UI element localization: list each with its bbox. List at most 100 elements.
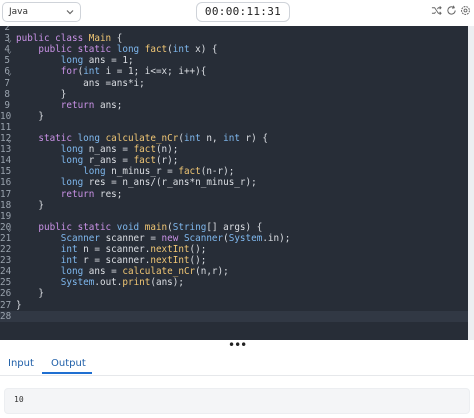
code-token: .in);	[262, 232, 291, 244]
code-line[interactable]: 10 }	[0, 111, 468, 122]
editor-scrollbar[interactable]	[468, 26, 474, 340]
code-token: nextInt	[150, 255, 190, 267]
code-line[interactable]: 28	[0, 310, 468, 322]
code-token: (r);	[155, 155, 179, 167]
code-line[interactable]: 9 return ans;	[0, 100, 468, 111]
code-token: i = 1; i<=x; i++){	[105, 66, 207, 78]
code-text: ans =ans*i;	[16, 78, 145, 89]
code-line[interactable]: 25 System.out.print(ans);	[0, 277, 468, 288]
code-token: for	[60, 66, 78, 78]
code-text: return res;	[16, 188, 123, 200]
code-line[interactable]: 23 int r = scanner.nextInt();	[0, 255, 468, 266]
line-number: 18	[0, 199, 12, 211]
code-line[interactable]: 15 long n_minus_r = fact(n-r);	[0, 166, 468, 177]
settings-icon[interactable]	[460, 5, 471, 16]
code-token: }	[16, 88, 67, 100]
code-line[interactable]: 12 ⌄ static long calculate_nCr(int n, int…	[0, 133, 468, 144]
code-token: r) {	[245, 133, 268, 144]
code-line[interactable]: 7 ans =ans*i;	[0, 78, 468, 89]
code-token: fact	[144, 44, 168, 56]
refresh-icon[interactable]	[446, 5, 457, 16]
panel-resize-handle[interactable]: •••	[0, 338, 474, 352]
tab-input[interactable]: Input	[8, 358, 34, 369]
line-number: 23	[0, 255, 12, 267]
code-editor[interactable]: 2 3 ⌄ public class Main {4 ⌄ public static l…	[0, 26, 468, 340]
code-line[interactable]: 4 ⌄ public static long fact(int x) {	[0, 44, 468, 55]
code-line[interactable]: 3 ⌄ public class Main {	[0, 33, 468, 44]
code-line[interactable]: 20 ⌄ public static void main(String[] arg…	[0, 222, 468, 233]
code-line[interactable]: 19	[0, 211, 468, 222]
code-token: print	[122, 277, 151, 289]
code-token: scanner =	[105, 232, 162, 244]
code-token: Scanner	[183, 232, 224, 244]
code-token: ();	[189, 255, 207, 267]
code-token: int	[183, 133, 207, 144]
code-token: r = scanner.	[83, 255, 151, 267]
code-token: public static	[16, 221, 117, 233]
chevron-down-icon	[66, 10, 74, 15]
line-number: 7	[4, 77, 10, 89]
code-token: public static	[16, 44, 117, 56]
tab-output[interactable]: Output	[51, 358, 86, 369]
code-token: ans;	[99, 99, 123, 111]
drag-handle-icon: •••	[228, 338, 247, 352]
code-token: Scanner	[60, 232, 106, 244]
tab-divider	[0, 375, 474, 376]
code-token: fact	[133, 155, 156, 167]
shuffle-icon[interactable]	[431, 5, 442, 16]
code-line[interactable]: 22 int n = scanner.nextInt();	[0, 244, 468, 255]
line-number: 21	[0, 232, 12, 244]
code-token: (n,r);	[195, 266, 229, 278]
code-text: long n_minus_r = fact(n-r);	[16, 166, 234, 177]
code-token: int	[60, 255, 84, 267]
output-panel: 10	[4, 388, 470, 414]
code-token: System	[228, 232, 263, 244]
code-token: calculate_nCr	[122, 266, 196, 278]
code-token: return	[60, 188, 100, 200]
code-line[interactable]: 18 }	[0, 200, 468, 211]
code-token: static	[16, 133, 78, 144]
code-token: long	[60, 177, 89, 189]
code-line[interactable]: 24 long ans = calculate_nCr(n,r);	[0, 266, 468, 277]
code-line[interactable]: 26 }	[0, 288, 468, 299]
code-line[interactable]: 17 return res;	[0, 189, 468, 200]
code-line[interactable]: 13 long n_ans = fact(n);	[0, 144, 468, 155]
line-number: 19	[0, 210, 12, 222]
code-line[interactable]: 11	[0, 122, 468, 133]
line-number: 17	[0, 188, 12, 200]
code-line[interactable]: 6 ⌄ for(int i = 1; i<=x; i++){	[0, 66, 468, 77]
code-token: new	[161, 232, 184, 244]
code-line[interactable]: 2	[0, 26, 468, 33]
code-text: return ans;	[16, 99, 123, 111]
line-number: 5	[4, 55, 10, 67]
code-line[interactable]: 16 long res = n_ans/(r_ans*n_minus_r);	[0, 177, 468, 188]
code-line[interactable]: 14 long r_ans = fact(r);	[0, 155, 468, 166]
code-text: public class Main {	[16, 33, 122, 44]
code-token: r_ans =	[88, 155, 134, 167]
language-select[interactable]: Java	[2, 2, 81, 22]
line-number: 10	[0, 110, 12, 122]
code-line[interactable]: 21 Scanner scanner = new Scanner(System.…	[0, 233, 468, 244]
line-number: 24	[0, 266, 12, 278]
code-line[interactable]: 8 }	[0, 89, 468, 100]
code-text: long n_ans = fact(n);	[16, 144, 179, 155]
code-token: {	[111, 33, 123, 45]
line-number: 13	[0, 144, 12, 156]
code-token: long	[60, 155, 89, 167]
code-token: .out.	[94, 277, 123, 289]
line-number: 22	[0, 244, 12, 255]
code-token: long	[116, 44, 145, 56]
code-token: (ans);	[150, 277, 184, 289]
code-token: calculate_nCr	[105, 133, 179, 144]
code-line[interactable]: 5 long ans = 1;	[0, 55, 468, 66]
line-number: 15	[0, 166, 12, 178]
code-token: int	[60, 244, 84, 255]
code-text: }	[16, 288, 44, 299]
code-line[interactable]: 27}	[0, 300, 468, 311]
